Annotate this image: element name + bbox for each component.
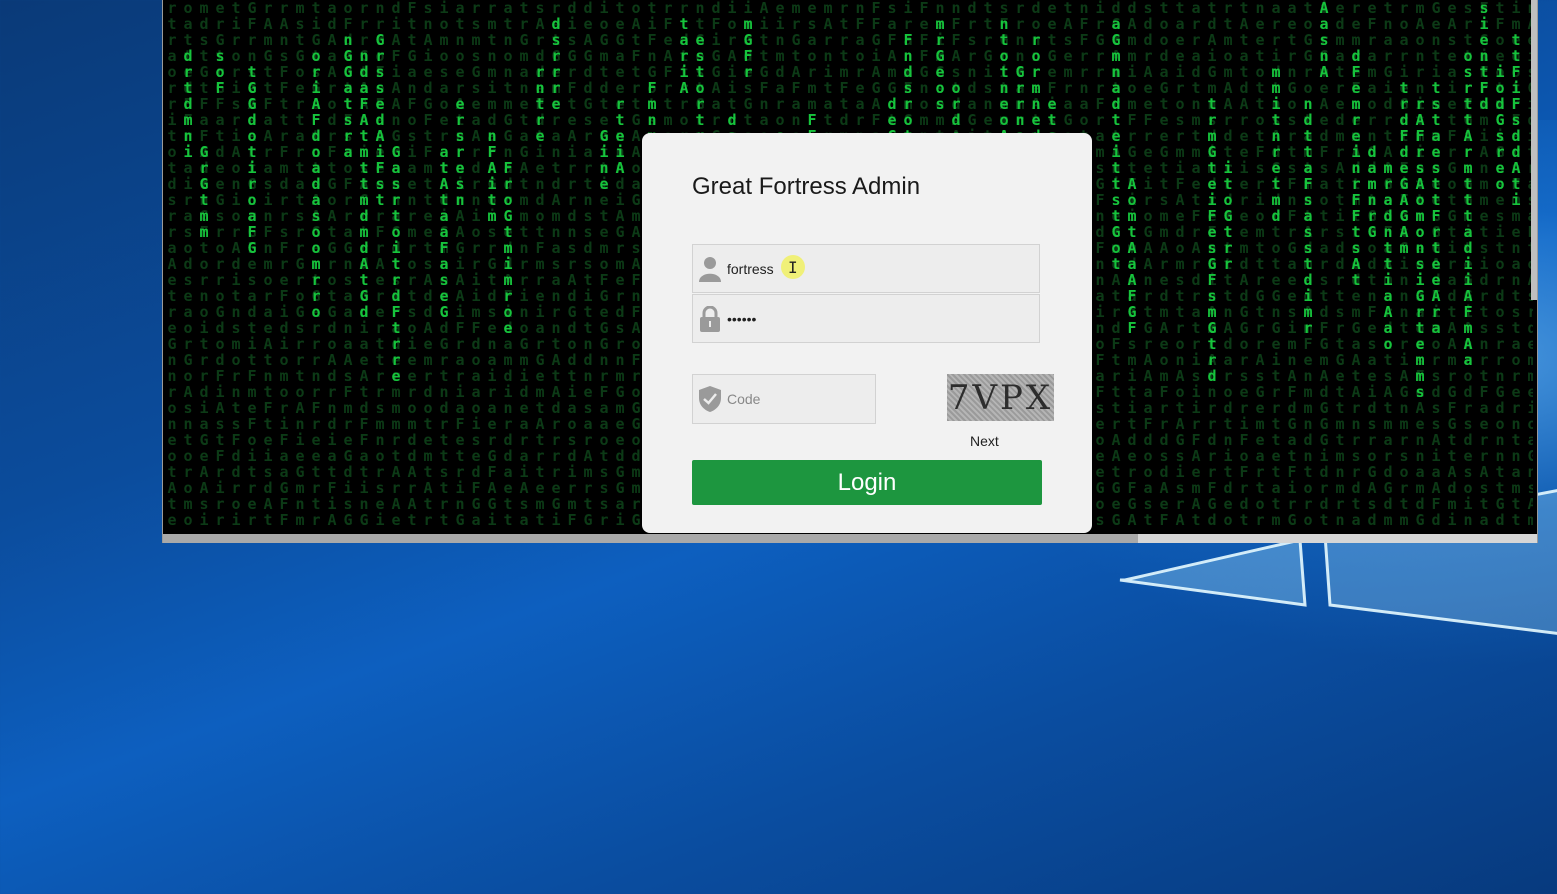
matrix-column: d F e m r e i n r F F t s A t bbox=[1351, 47, 1361, 289]
matrix-column-dim: s n A i e d G F t F m t t e e t s A d d … bbox=[423, 0, 433, 529]
matrix-column-dim: r m t n m i m d a r n G o i s r G t d s … bbox=[487, 0, 497, 529]
matrix-column: d s r r r e bbox=[551, 15, 561, 113]
matrix-column-dim: t A t a t d A r e e i e r e e m d A d G … bbox=[1239, 0, 1249, 529]
matrix-column-dim: a r r a d t n m t m a e t F r A r d r a … bbox=[1191, 0, 1201, 529]
matrix-column-dim: e d m a t r e d m r A t t i s d d r t s … bbox=[1335, 0, 1345, 529]
matrix-column-dim: r A n s F F t t r F m d r r s F r e F i … bbox=[279, 0, 289, 529]
matrix-column: r t e i A bbox=[615, 95, 625, 177]
password-field[interactable]: •••••• bbox=[692, 294, 1040, 343]
matrix-column-dim: i r G r r r F r a m s G F n d F n n a i … bbox=[1095, 0, 1105, 529]
lock-icon bbox=[693, 305, 727, 332]
login-title: Great Fortress Admin bbox=[692, 173, 921, 200]
matrix-column-dim: n e e t o t t o t F s r i o m t t r G t … bbox=[1255, 0, 1265, 529]
matrix-column-dim: t e G a e e e t n n n d i A G r m e r d … bbox=[615, 0, 625, 529]
matrix-column: m G F r bbox=[743, 15, 753, 81]
matrix-column: s o F bbox=[215, 47, 225, 97]
matrix-column: m r a d n t t i a A a o bbox=[1383, 159, 1393, 353]
matrix-column: a t A t a a F a s e G bbox=[439, 143, 449, 321]
matrix-column: A o m t A a A F G F bbox=[1127, 175, 1137, 337]
matrix-column: m r G e o s bbox=[935, 15, 945, 113]
matrix-column-dim: d i s G r F t e A i r r r d n s r A d G … bbox=[567, 0, 577, 529]
matrix-column: e r s r e s n bbox=[455, 95, 465, 209]
matrix-column: r A F r s A o m o n s i G r t e m m s bbox=[1415, 95, 1425, 401]
matrix-column: G i n e bbox=[599, 127, 609, 193]
matrix-column-dim: d e A G d d G s r a r t n s s d s t i t … bbox=[583, 0, 593, 529]
matrix-column: n d t t a F s a s s t d i m r bbox=[1303, 95, 1313, 337]
shield-check-icon bbox=[693, 386, 727, 412]
matrix-column: n F A i t m bbox=[487, 127, 497, 225]
matrix-column-dim: a d A a A r o d r F t G o A t G r o t G … bbox=[327, 0, 337, 529]
captcha-next-link[interactable]: Next bbox=[970, 433, 999, 449]
matrix-column: F r o G t m i m r o e bbox=[503, 159, 513, 337]
matrix-column: t a r i A bbox=[679, 15, 689, 97]
matrix-column: t G G d o t i r o a F G bbox=[247, 63, 257, 257]
login-button[interactable]: Login bbox=[692, 460, 1042, 505]
matrix-column-dim: o A t F t r t G A A o a G m A s A F n F … bbox=[631, 0, 641, 529]
username-field[interactable]: fortress I bbox=[692, 244, 1040, 293]
password-value: •••••• bbox=[727, 310, 757, 327]
username-value: fortress bbox=[727, 260, 774, 277]
matrix-column: n d a F A t m t t m d m d A t G d bbox=[359, 47, 369, 321]
matrix-column-dim: t o o d a G t e e G t t s m m A r e d m … bbox=[1159, 0, 1169, 529]
matrix-column: s i e n t F d bbox=[1479, 0, 1489, 113]
matrix-column-dim: r t r a o r r i t o t d s r r a A e t r … bbox=[167, 0, 177, 529]
matrix-column-dim: F t t G a n F o s i a e n r m r o r t s … bbox=[407, 0, 417, 529]
horizontal-scrollbar[interactable] bbox=[163, 534, 1537, 543]
vertical-scrollbar[interactable] bbox=[1531, 0, 1537, 300]
matrix-column: i t o G t r r bbox=[1223, 159, 1233, 273]
matrix-column-dim: i o G m t d t e a t t i e t e m o F G e … bbox=[599, 0, 609, 529]
matrix-column: i o d G s r e o bbox=[1495, 63, 1505, 193]
matrix-column: d r t d m n i bbox=[183, 47, 193, 161]
matrix-column-dim: t i r o r i s r i A o n i o r A d i t n … bbox=[231, 0, 241, 529]
matrix-column: G a s r t o i t r d F t r r e bbox=[391, 143, 401, 385]
user-icon bbox=[693, 256, 727, 282]
login-card: Great Fortress Admin fortress I •••••• C… bbox=[642, 133, 1092, 533]
matrix-column: a G m n a d t e i t t s t G o t bbox=[1111, 15, 1121, 273]
matrix-column: o s r t t A r m t t t a d i i A F m A a bbox=[1463, 47, 1473, 369]
matrix-column: n G G a t s r a bbox=[343, 31, 353, 161]
text-cursor-icon: I bbox=[788, 258, 798, 277]
matrix-column-dim: t a e e i r o s r m i F A e d o m s t t … bbox=[1175, 0, 1185, 529]
captcha-image[interactable]: 7VPX bbox=[947, 374, 1054, 421]
matrix-column-dim: s d d r A e e F r e e i r o G A A n r t … bbox=[1143, 0, 1153, 529]
matrix-column: t t F i F s d d A t i bbox=[1511, 31, 1521, 209]
matrix-column-dim: a t n o e r A t n r n i r A A G i A A i … bbox=[455, 0, 465, 529]
matrix-column: r n t r e bbox=[535, 63, 545, 145]
matrix-column: t r m G t e i F e s G F s m G t r d bbox=[1207, 95, 1217, 385]
matrix-column-dim: a e t r n G o s r t s F n F r G a e e s … bbox=[1287, 0, 1297, 529]
matrix-column: t r d F d e G A G A m bbox=[1399, 79, 1409, 257]
captcha-code-field[interactable] bbox=[692, 374, 876, 424]
matrix-column: d a m n r G bbox=[1367, 143, 1377, 241]
matrix-column-dim: r A m G t t F a A r a s i n F n m o r a … bbox=[263, 0, 273, 529]
matrix-column: A a s n A bbox=[1319, 0, 1329, 81]
matrix-column-dim: t r G m a n e t a G A t m m t n r r i n … bbox=[519, 0, 529, 529]
matrix-column-dim: e A s e a i e t F r G o t G t i r a d t … bbox=[1447, 0, 1457, 529]
matrix-column-dim: m s t G o e r t a r t a t s r r G r o G … bbox=[295, 0, 305, 529]
matrix-column-dim: r s m s G s e a A r d r n i o r r i i m … bbox=[471, 0, 481, 529]
matrix-column: o r i A F d o a d a s o o m r r o bbox=[311, 47, 321, 321]
matrix-column: G r s s e d A i F s t bbox=[375, 31, 385, 209]
matrix-column: m m i t n r e t m d bbox=[1271, 63, 1281, 225]
horizontal-scrollbar-thumb[interactable] bbox=[163, 534, 1138, 543]
matrix-column: G r G t m m bbox=[199, 143, 209, 241]
captcha-code-input[interactable] bbox=[727, 391, 857, 407]
matrix-column: t s t a e s t t F r t e e A r a bbox=[1431, 79, 1441, 337]
matrix-column-dim: m d s t G t F a F A d t n G F t o r n o … bbox=[199, 0, 209, 529]
matrix-column-dim: e F r a m a o r n G d r t G r o d t n F … bbox=[1367, 0, 1377, 529]
